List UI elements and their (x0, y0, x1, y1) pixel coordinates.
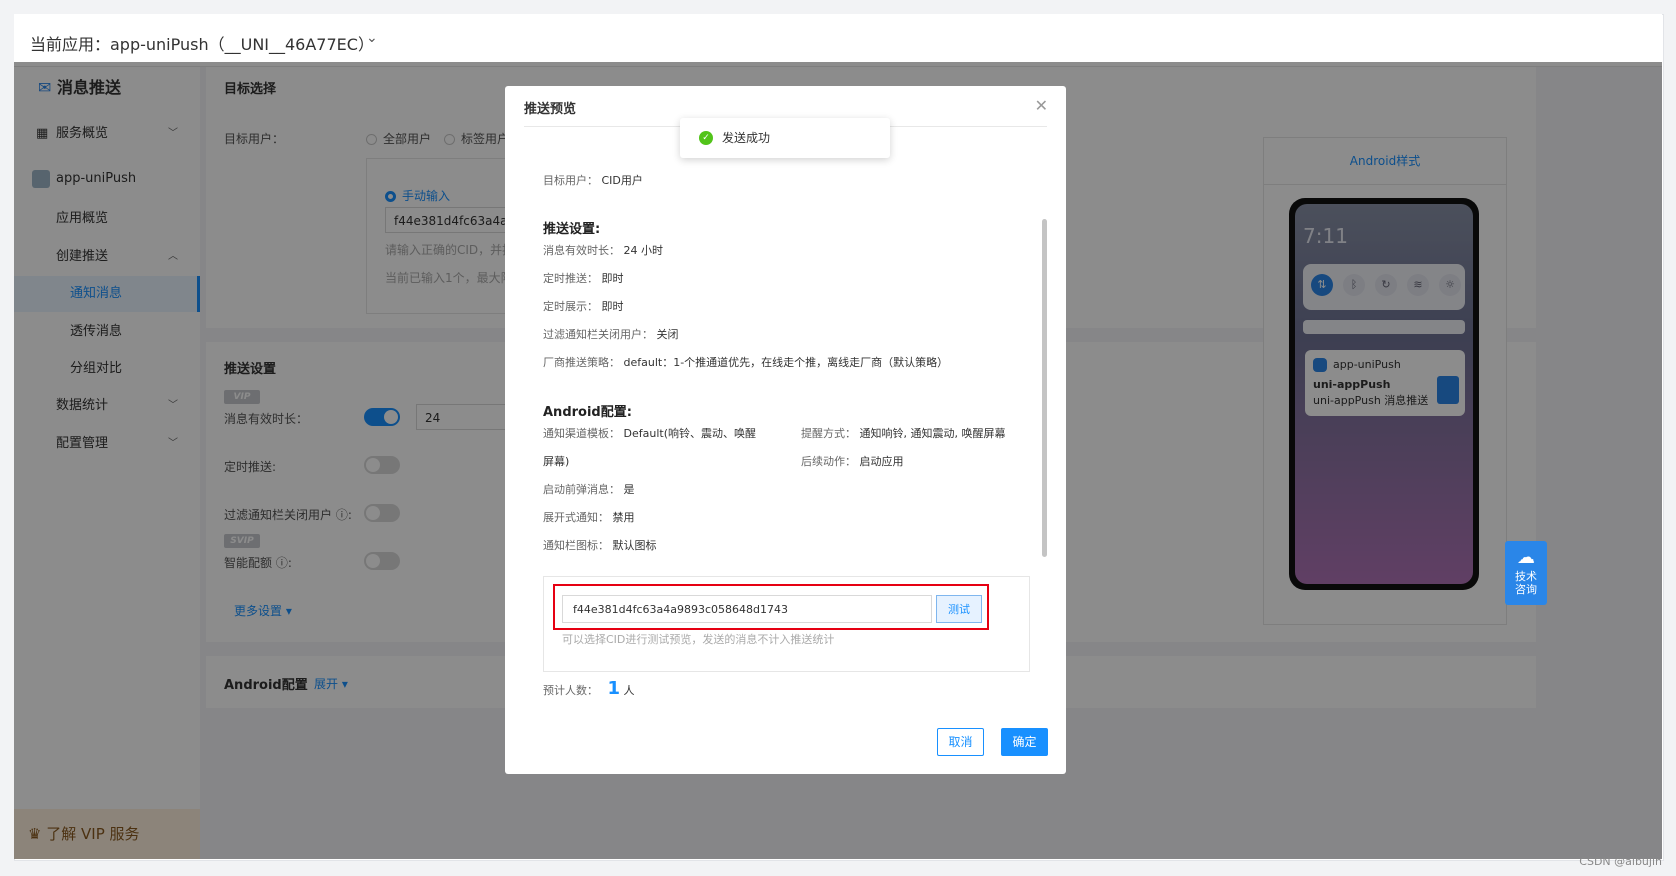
tech-consult-button[interactable]: ☁ 技术咨询 (1505, 541, 1547, 605)
timed-row: 定时推送： 即时 (543, 270, 624, 286)
row-key: 目标用户： (543, 174, 598, 187)
cancel-button[interactable]: 取消 (937, 728, 984, 756)
timed-show-row: 定时展示： 即时 (543, 298, 624, 314)
row-key: 通知栏图标： (543, 539, 609, 552)
row-value: CID用户 (601, 174, 643, 187)
popup-row: 启动前弹消息： 是 (543, 481, 635, 497)
success-toast: ✓ 发送成功 (680, 118, 890, 158)
chevron-down-icon[interactable]: ⌄ (366, 30, 378, 46)
row-key: 提醒方式： (801, 427, 856, 440)
top-bar: 当前应用：app-uniPush（__UNI__46A77EC） ⌄ (14, 14, 1662, 67)
row-key: 展开式通知： (543, 511, 609, 524)
toast-text: 发送成功 (722, 131, 771, 145)
row-key: 预计人数： (543, 684, 598, 697)
target-user-row: 目标用户： CID用户 (543, 172, 643, 188)
row-value: Default(响铃、震动、唤醒 (623, 427, 756, 440)
row-value: 启动应用 (859, 455, 904, 468)
row-key: 通知渠道模板： (543, 427, 620, 440)
row-value: 24 小时 (623, 244, 664, 257)
row-value: 默认图标 (612, 539, 657, 552)
estimate-unit: 人 (623, 684, 635, 697)
row-value: default：1-个推通道优先，在线走个推，离线走厂商（默认策略） (623, 356, 949, 369)
test-hint: 可以选择CID进行测试预览，发送的消息不计入推送统计 (562, 633, 835, 646)
modal-title: 推送预览 (524, 102, 577, 117)
vendor-row: 厂商推送策略： default：1-个推通道优先，在线走个推，离线走厂商（默认策… (543, 354, 948, 370)
remind-row: 提醒方式： 通知响铃, 通知震动, 唤醒屏幕 (801, 425, 1006, 441)
row-key: 后续动作： (801, 455, 856, 468)
row-value: 通知响铃, 通知震动, 唤醒屏幕 (859, 427, 1006, 440)
modal-scrollbar[interactable] (1042, 219, 1047, 557)
row-key: 启动前弹消息： (543, 483, 620, 496)
row-key: 定时推送： (543, 272, 598, 285)
row-value: 关闭 (656, 328, 679, 341)
filter-row: 过滤通知栏关闭用户： 关闭 (543, 326, 679, 342)
row-value: 即时 (601, 300, 624, 313)
current-app-selector[interactable]: 当前应用：app-uniPush（__UNI__46A77EC） (30, 31, 374, 55)
row-key: 过滤通知栏关闭用户： (543, 328, 653, 341)
expand-row: 展开式通知： 禁用 (543, 509, 635, 525)
close-icon[interactable]: ✕ (1035, 96, 1048, 115)
validity-row: 消息有效时长： 24 小时 (543, 242, 663, 258)
estimate-row: 预计人数： 1 人 (543, 678, 635, 699)
follow-row: 后续动作： 启动应用 (801, 453, 904, 469)
tech-consult-label: 技术咨询 (1515, 570, 1537, 596)
estimate-number: 1 (607, 678, 621, 699)
row-value: 即时 (601, 272, 624, 285)
confirm-button[interactable]: 确定 (1001, 728, 1048, 756)
row-value: 是 (623, 483, 635, 496)
row-value: 禁用 (612, 511, 635, 524)
channel-row-cont: 屏幕) (543, 455, 570, 468)
row-key: 厂商推送策略： (543, 356, 620, 369)
test-cid-input[interactable]: f44e381d4fc63a4a9893c058648d1743 (562, 595, 932, 623)
icon-row: 通知栏图标： 默认图标 (543, 537, 657, 553)
row-key: 定时展示： (543, 300, 598, 313)
push-preview-modal: 推送预览 ✕ 目标用户： CID用户 推送设置: 消息有效时长： 24 小时 定… (505, 86, 1066, 774)
watermark: CSDN @aibujin (1579, 855, 1662, 868)
channel-row: 通知渠道模板： Default(响铃、震动、唤醒 (543, 425, 756, 441)
push-settings-heading: 推送设置: (543, 222, 601, 237)
test-button[interactable]: 测试 (936, 595, 982, 623)
android-heading: Android配置: (543, 405, 632, 420)
row-key: 消息有效时长： (543, 244, 620, 257)
chat-icon: ☁ (1517, 547, 1535, 568)
check-circle-icon: ✓ (699, 131, 713, 145)
